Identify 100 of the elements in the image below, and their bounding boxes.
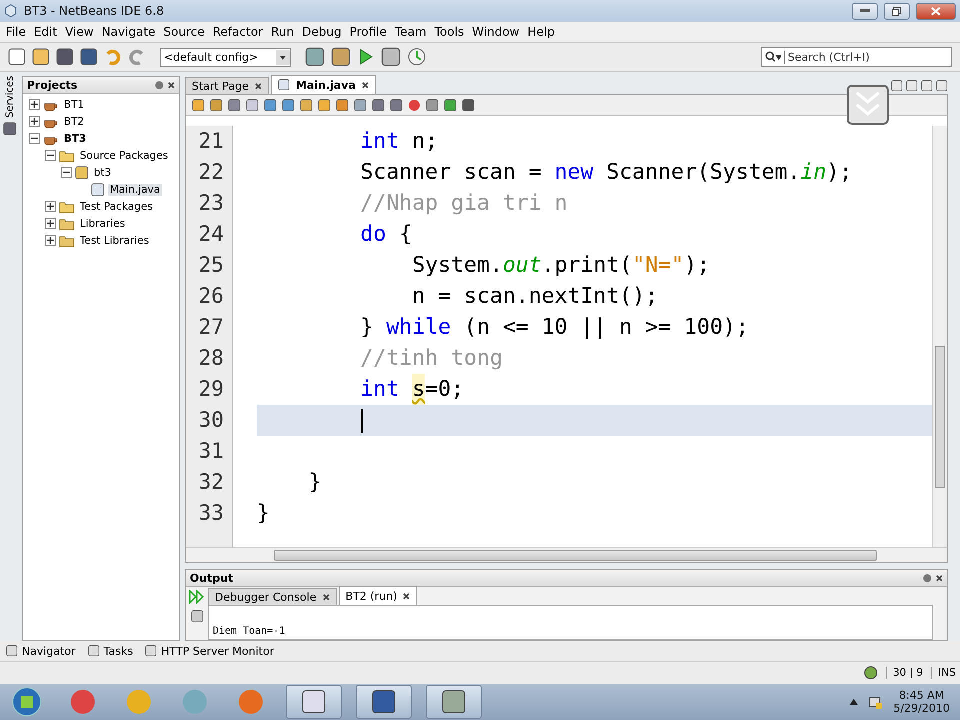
menu-item[interactable]: File: [2, 25, 30, 39]
tree-item[interactable]: Libraries: [78, 218, 128, 230]
menu-item[interactable]: Edit: [30, 25, 62, 39]
app-icon[interactable]: [426, 685, 482, 719]
bottom-tab[interactable]: HTTP Server Monitor: [145, 644, 274, 658]
output-tab[interactable]: BT2 (run): [338, 586, 418, 605]
services-tab[interactable]: Services: [4, 76, 16, 118]
plus-icon: [47, 220, 54, 227]
expand-toggle[interactable]: [29, 116, 40, 127]
app-icon[interactable]: [356, 685, 412, 719]
line-number: 31: [198, 438, 225, 465]
close-icon[interactable]: [255, 82, 262, 90]
close-icon[interactable]: [936, 574, 943, 582]
panel-title: Output: [190, 572, 234, 584]
clock-time[interactable]: 8:45 AM: [899, 689, 944, 702]
clock-date[interactable]: 5/29/2010: [894, 702, 950, 715]
search-box[interactable]: Search (Ctrl+I): [761, 47, 952, 67]
menu-item[interactable]: Team: [391, 25, 431, 39]
line-number: 24: [198, 221, 225, 248]
expand-toggle[interactable]: [45, 201, 56, 212]
bottom-tab[interactable]: Tasks: [88, 644, 134, 658]
expand-toggle[interactable]: [29, 99, 40, 110]
scrollbar-thumb[interactable]: [935, 346, 945, 488]
close-icon[interactable]: [168, 82, 175, 88]
collapse-toggle[interactable]: [61, 167, 72, 178]
menu-item[interactable]: Window: [468, 25, 524, 39]
output-line: Diem Toan=-1: [213, 626, 286, 637]
minimize-panel-icon[interactable]: [155, 80, 164, 90]
menu-item[interactable]: Help: [524, 25, 559, 39]
folder-icon: [59, 148, 75, 162]
status-icon: [864, 666, 878, 680]
close-icon: [931, 6, 941, 16]
editor-tab[interactable]: Main.java: [271, 75, 376, 94]
restore-icon: [892, 6, 902, 16]
plus-icon: [47, 203, 54, 210]
window-title: BT3 - NetBeans IDE 6.8: [24, 4, 166, 18]
config-dropdown[interactable]: <default config>: [160, 48, 291, 66]
menu-item[interactable]: Refactor: [208, 25, 268, 39]
tray-arrow-icon[interactable]: [850, 699, 858, 705]
scrollbar-thumb[interactable]: [274, 550, 877, 560]
collapse-toggle[interactable]: [29, 133, 40, 144]
caret-icon: [276, 50, 290, 64]
close-icon[interactable]: [403, 592, 410, 600]
tree-item[interactable]: Main.java: [108, 184, 162, 196]
library-folder-icon: [59, 216, 75, 230]
folder-icon: [59, 200, 75, 214]
search-icon[interactable]: [765, 51, 781, 63]
line-number: 21: [198, 128, 225, 155]
tree-item[interactable]: Test Packages: [78, 200, 156, 212]
menu-item[interactable]: Profile: [346, 25, 392, 39]
menu-item[interactable]: Navigate: [98, 25, 160, 39]
menu-item[interactable]: View: [61, 25, 98, 39]
restore-button[interactable]: [884, 2, 910, 20]
plus-icon: [31, 101, 38, 108]
line-number: 27: [198, 314, 225, 341]
close-icon[interactable]: [362, 82, 369, 88]
close-button[interactable]: [916, 2, 956, 20]
tree-item[interactable]: BT1: [62, 98, 86, 110]
record-icon[interactable]: [408, 98, 421, 112]
line-number: 32: [198, 469, 225, 496]
minus-icon: [63, 169, 70, 176]
expand-toggle[interactable]: [45, 235, 56, 246]
line-number: 28: [198, 345, 225, 372]
expand-editor-icon[interactable]: [847, 85, 889, 125]
menu-item[interactable]: Debug: [298, 25, 346, 39]
insert-mode: INS: [931, 667, 956, 679]
tree-item[interactable]: Test Libraries: [78, 234, 152, 246]
line-number: 22: [198, 159, 225, 186]
tree-item[interactable]: BT2: [62, 116, 86, 128]
bottom-tab[interactable]: Navigator: [6, 644, 76, 658]
menu-item[interactable]: Source: [160, 25, 209, 39]
editor-tab[interactable]: Start Page: [185, 77, 269, 94]
minimize-button[interactable]: [852, 2, 878, 20]
rerun-icon[interactable]: [189, 590, 205, 604]
line-number: 25: [198, 252, 225, 279]
menu-item[interactable]: Run: [267, 25, 298, 39]
minus-icon: [47, 152, 54, 159]
expand-toggle[interactable]: [45, 218, 56, 229]
app-cube-icon: [4, 4, 18, 18]
line-number: 30: [198, 407, 225, 434]
collapse-toggle[interactable]: [45, 150, 56, 161]
line-number: 29: [198, 376, 225, 403]
plus-icon: [47, 237, 54, 244]
tree-item[interactable]: bt3: [92, 166, 114, 178]
line-number: 26: [198, 283, 225, 310]
app-icon[interactable]: [286, 685, 342, 719]
cursor-position: 30 | 9: [886, 667, 924, 679]
panel-title: Projects: [27, 78, 79, 92]
minus-icon: [31, 135, 38, 142]
line-number: 33: [198, 500, 225, 527]
line-number: 23: [198, 190, 225, 217]
output-tab[interactable]: Debugger Console: [208, 588, 337, 605]
close-icon[interactable]: [322, 594, 330, 600]
minimize-icon: [860, 9, 870, 13]
library-folder-icon: [59, 234, 75, 248]
minimize-panel-icon[interactable]: [923, 574, 932, 582]
tree-item[interactable]: Source Packages: [78, 150, 170, 162]
menu-item[interactable]: Tools: [430, 25, 468, 39]
tree-item[interactable]: BT3: [62, 132, 88, 144]
plus-icon: [31, 118, 38, 125]
